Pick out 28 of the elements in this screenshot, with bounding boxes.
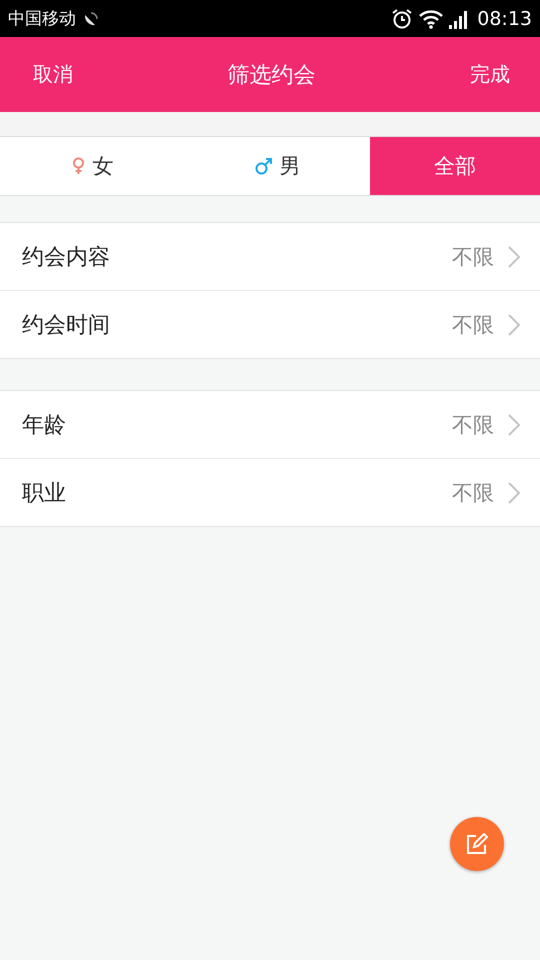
filter-row[interactable]: 约会时间 不限 xyxy=(0,290,540,358)
alarm-icon xyxy=(391,8,414,30)
filter-label: 职业 xyxy=(22,480,67,508)
filter-row[interactable]: 年龄 不限 xyxy=(0,391,540,458)
filter-label: 年龄 xyxy=(22,412,67,440)
male-icon xyxy=(254,158,272,174)
filter-label: 约会时间 xyxy=(22,312,111,340)
carrier-name: 中国移动 xyxy=(8,8,76,30)
filter-value: 不限 xyxy=(452,412,494,438)
gender-tab[interactable]: 全部 xyxy=(370,137,540,195)
chevron-right-icon xyxy=(508,246,520,268)
chevron-right-icon xyxy=(508,414,520,436)
filter-row[interactable]: 职业 不限 xyxy=(0,458,540,526)
filter-value: 不限 xyxy=(452,244,494,270)
filter-value: 不限 xyxy=(452,480,494,506)
cancel-button[interactable]: 取消 xyxy=(33,61,73,88)
filter-value: 不限 xyxy=(452,312,494,338)
female-icon xyxy=(72,157,84,175)
chevron-right-icon xyxy=(508,314,520,336)
edit-icon xyxy=(466,833,488,855)
chevron-right-icon xyxy=(508,482,520,504)
filter-row[interactable]: 约会内容 不限 xyxy=(0,223,540,290)
page-title: 筛选约会 xyxy=(228,62,316,90)
filter-label: 约会内容 xyxy=(22,244,111,272)
clock-time: 08:13 xyxy=(477,8,532,30)
compose-button[interactable] xyxy=(450,817,504,871)
done-button[interactable]: 完成 xyxy=(470,61,510,88)
wifi-icon xyxy=(419,8,444,28)
